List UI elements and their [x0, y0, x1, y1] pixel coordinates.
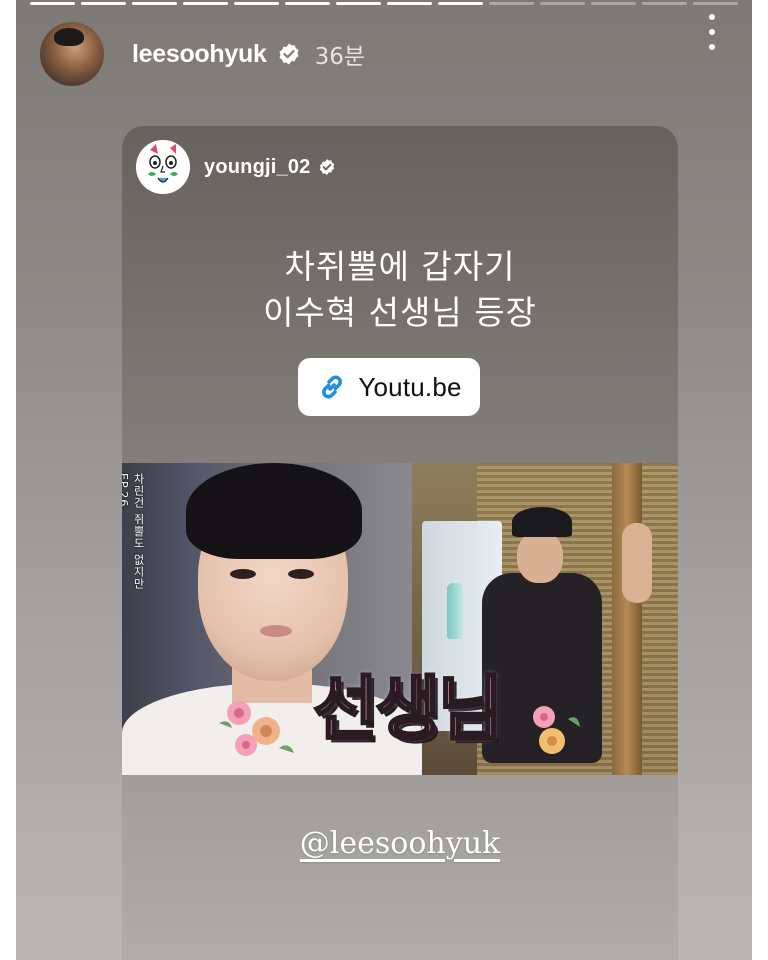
- thumbnail-series-label: 차린건 쥐뿔도 없지만 EP.26: [122, 473, 145, 590]
- progress-segment: [642, 2, 687, 5]
- person-eye: [230, 569, 256, 579]
- progress-segment: [693, 2, 738, 5]
- progress-segment: [132, 2, 177, 5]
- shared-post-card[interactable]: youngji_02 차쥐뿔에 갑자기 이수혁 선생님 등장 Youtu.be: [122, 126, 678, 960]
- person-hair: [186, 463, 362, 559]
- story-progress-bar: [30, 2, 738, 6]
- person-eye: [288, 569, 314, 579]
- story-header: leesoohyuk 36분: [40, 22, 728, 86]
- progress-segment: [183, 2, 228, 5]
- link-sticker[interactable]: Youtu.be: [298, 358, 480, 416]
- story-timestamp: 36분: [314, 44, 365, 70]
- progress-segment: [591, 2, 636, 5]
- shared-post-username[interactable]: youngji_02: [204, 156, 310, 179]
- shared-post-avatar[interactable]: [136, 140, 190, 194]
- progress-segment: [285, 2, 330, 5]
- progress-segment: [81, 2, 126, 5]
- progress-segment: [387, 2, 432, 5]
- cap: [512, 507, 572, 537]
- link-sticker-label: Youtu.be: [358, 371, 462, 402]
- person-arm: [622, 523, 652, 603]
- progress-segment: [540, 2, 585, 5]
- progress-segment: [438, 2, 483, 5]
- thumbnail-title: 선생님: [312, 667, 504, 752]
- verified-badge-icon: [279, 43, 299, 65]
- verified-badge-icon: [320, 159, 335, 175]
- caption-line: 차쥐뿔에 갑자기: [284, 247, 516, 286]
- person-lips: [260, 625, 292, 637]
- bottle: [447, 583, 463, 639]
- shared-post-header: youngji_02: [136, 140, 336, 194]
- progress-segment: [489, 2, 534, 5]
- mention-sticker[interactable]: @leesoohyuk: [122, 826, 678, 861]
- story-viewer[interactable]: leesoohyuk 36분 youngji_02 차쥐뿔에 갑자기 이수혁 선…: [16, 0, 752, 960]
- doodle-face-icon: [136, 140, 190, 194]
- avatar[interactable]: [40, 22, 104, 86]
- person-face: [517, 531, 563, 583]
- link-icon: [322, 375, 343, 399]
- shared-post-caption: 차쥐뿔에 갑자기 이수혁 선생님 등장: [122, 244, 678, 336]
- story-username[interactable]: leesoohyuk: [132, 40, 267, 69]
- wooden-pole: [612, 463, 642, 775]
- video-thumbnail[interactable]: 차린건 쥐뿔도 없지만 EP.26 선생님: [122, 463, 678, 775]
- progress-segment: [234, 2, 279, 5]
- more-vertical-icon[interactable]: [702, 14, 722, 50]
- caption-line: 이수혁 선생님 등장: [263, 293, 537, 332]
- progress-segment: [336, 2, 381, 5]
- progress-segment: [30, 2, 75, 5]
